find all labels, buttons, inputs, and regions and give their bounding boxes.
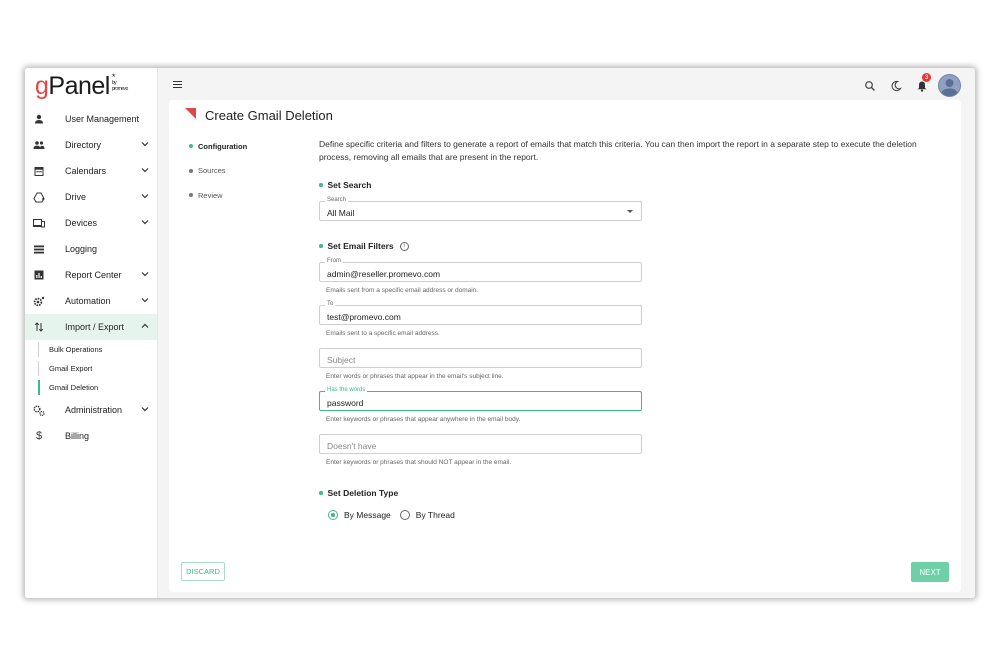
dollar-icon: $ (35, 430, 43, 442)
radio-by-thread[interactable] (399, 510, 410, 520)
devices-icon (33, 217, 45, 229)
top-bar: 3 (157, 68, 975, 102)
sidebar-item-import-export[interactable]: Import / Export (25, 314, 157, 340)
person-icon (33, 113, 45, 125)
sidebar-subitem-bulk-operations[interactable]: Bulk Operations (25, 340, 157, 359)
top-icons: 3 (850, 73, 961, 97)
app-window: g Panel * by promevo User Management Direct… (25, 68, 975, 598)
drive-icon (33, 191, 45, 203)
page-title: Create Gmail Deletion (205, 108, 333, 123)
description-text: Define specific criteria and filters to … (319, 139, 917, 162)
step-review[interactable]: Review (189, 183, 247, 208)
sidebar-item-administration[interactable]: Administration (25, 397, 157, 423)
notification-badge: 3 (922, 73, 931, 82)
from-field[interactable]: From admin@reseller.promevo.com (319, 258, 642, 282)
radio-by-message[interactable] (328, 510, 338, 520)
search-icon[interactable] (864, 79, 876, 91)
chevron-down-icon (141, 272, 149, 277)
has-the-words-field[interactable]: Has the words password (319, 387, 642, 411)
form-content: Define specific criteria and filters to … (319, 138, 929, 520)
notification-bell-icon[interactable]: 3 (916, 73, 931, 92)
doesnt-have-field[interactable]: Doesn't have (319, 434, 642, 454)
set-search-heading: Set Search (319, 180, 371, 190)
step-sources[interactable]: Sources (189, 159, 247, 184)
sidebar-subitem-gmail-export[interactable]: Gmail Export (25, 359, 157, 378)
import-export-icon (33, 321, 45, 333)
main-panel: Create Gmail Deletion Configuration Sour… (169, 100, 961, 592)
list-icon (33, 243, 45, 255)
subject-field[interactable]: Subject (319, 348, 642, 368)
avatar[interactable] (938, 73, 961, 97)
title-accent-mark (185, 108, 196, 119)
stepper: Configuration Sources Review (189, 134, 247, 208)
sidebar-item-logging[interactable]: Logging (25, 236, 157, 262)
admin-gears-icon (33, 404, 45, 416)
chevron-up-icon (141, 323, 149, 328)
set-deletion-type-heading: Set Deletion Type (319, 488, 398, 498)
sidebar-item-billing[interactable]: $ Billing (25, 423, 157, 449)
doesnt-have-helper-text: Enter keywords or phrases that should NO… (326, 459, 512, 466)
search-select[interactable]: Search All Mail (319, 197, 642, 221)
gpanel-logo[interactable]: g Panel * by promevo (35, 72, 128, 102)
calendar-icon (33, 165, 45, 177)
menu-icon[interactable] (173, 81, 182, 89)
import-export-submenu: Bulk Operations Gmail Export Gmail Delet… (25, 340, 157, 397)
from-helper-text: Emails sent from a specific email addres… (326, 287, 479, 294)
chevron-down-icon (141, 407, 149, 412)
to-field[interactable]: To test@promevo.com (319, 301, 642, 325)
step-configuration[interactable]: Configuration (189, 134, 247, 159)
chevron-down-icon (141, 298, 149, 303)
chevron-down-icon (141, 220, 149, 225)
chevron-down-icon (141, 142, 149, 147)
sidebar-nav: User Management Directory Calendars Driv… (25, 106, 157, 449)
sidebar-item-directory[interactable]: Directory (25, 132, 157, 158)
chevron-down-icon (141, 168, 149, 173)
has-the-words-helper-text: Enter keywords or phrases that appear an… (326, 416, 521, 423)
to-helper-text: Emails sent to a specific email address. (326, 330, 440, 337)
sidebar: g Panel * by promevo User Management Direct… (25, 68, 158, 598)
subject-helper-text: Enter words or phrases that appear in th… (326, 373, 504, 380)
deletion-type-radio-group: By Message By Thread (328, 510, 455, 520)
report-icon (33, 269, 45, 281)
sidebar-item-automation[interactable]: Automation (25, 288, 157, 314)
info-icon[interactable]: i (399, 241, 409, 251)
gear-icon (33, 295, 45, 307)
sidebar-item-devices[interactable]: Devices (25, 210, 157, 236)
dropdown-caret-icon (627, 210, 633, 213)
next-button[interactable]: NEXT (911, 562, 949, 582)
discard-button[interactable]: DISCARD (181, 562, 225, 581)
set-email-filters-heading: Set Email Filters i (319, 241, 409, 251)
sidebar-item-drive[interactable]: Drive (25, 184, 157, 210)
group-icon (33, 139, 45, 151)
sidebar-subitem-gmail-deletion[interactable]: Gmail Deletion (25, 378, 157, 397)
dark-mode-icon[interactable] (890, 79, 902, 92)
chevron-down-icon (141, 194, 149, 199)
sidebar-item-user-management[interactable]: User Management (25, 106, 157, 132)
sidebar-item-calendars[interactable]: Calendars (25, 158, 157, 184)
sidebar-item-report-center[interactable]: Report Center (25, 262, 157, 288)
